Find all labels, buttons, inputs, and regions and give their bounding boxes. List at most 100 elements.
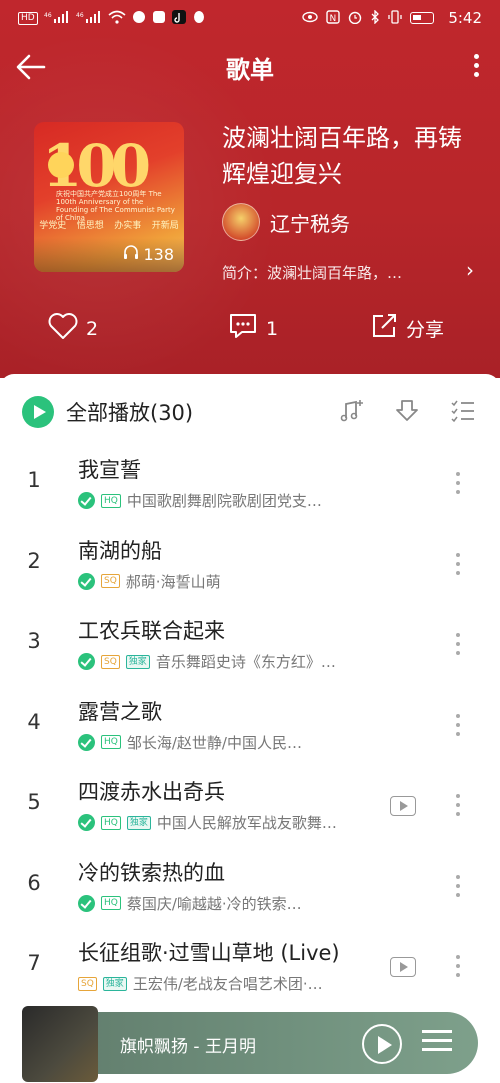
now-playing-title[interactable]: 旗帜飘扬 - 王月明 bbox=[120, 1032, 256, 1057]
battery-icon bbox=[410, 12, 435, 24]
song-row[interactable]: 4 露营之歌 HQ 邹长海/赵世静/中国人民… bbox=[0, 686, 500, 766]
eye-icon bbox=[302, 11, 319, 26]
song-index: 7 bbox=[27, 951, 41, 975]
downloaded-check-icon bbox=[78, 733, 95, 751]
qq-icon bbox=[192, 10, 206, 27]
quality-badge: SQ bbox=[101, 574, 120, 588]
share-icon bbox=[370, 312, 398, 345]
playlist-intro[interactable]: 简介：波澜壮阔百年路，… bbox=[222, 262, 472, 283]
page-title: 歌单 bbox=[226, 56, 274, 84]
headphones-icon bbox=[123, 244, 139, 264]
song-row[interactable]: 7 长征组歌·过雪山草地 (Live) SQ 独家 王宏伟/老战友合唱艺术团·… bbox=[0, 927, 500, 1007]
mini-player[interactable]: 旗帜飘扬 - 王月明 bbox=[22, 1006, 478, 1082]
song-title[interactable]: 工农兵联合起来 bbox=[78, 615, 225, 645]
play-all-button[interactable]: 全部播放(30) bbox=[22, 396, 193, 428]
song-index: 6 bbox=[27, 870, 41, 895]
song-row[interactable]: 6 冷的铁索热的血 HQ 蔡国庆/喻越越·冷的铁索… bbox=[0, 847, 500, 927]
svg-text:46: 46 bbox=[44, 12, 52, 19]
song-more-icon[interactable] bbox=[456, 794, 462, 821]
play-all-label: 全部播放(30) bbox=[66, 401, 194, 425]
like-button[interactable]: 2 bbox=[48, 312, 98, 345]
status-time: 5:42 bbox=[448, 9, 482, 27]
cover-strip-item: 开新局 bbox=[151, 221, 179, 231]
song-row[interactable]: 3 工农兵联合起来 SQ 独家 音乐舞蹈史诗《东方红》… bbox=[0, 605, 500, 685]
share-button[interactable]: 分享 bbox=[370, 312, 444, 345]
song-artist: 音乐舞蹈史诗《东方红》… bbox=[155, 653, 336, 671]
multi-select-icon[interactable] bbox=[450, 398, 476, 428]
song-artist: 蔡国庆/喻越越·冷的铁索… bbox=[126, 894, 302, 913]
wifi-icon bbox=[108, 10, 126, 27]
song-row[interactable]: 5 四渡赤水出奇兵 HQ 独家 中国人民解放军战友歌舞… bbox=[0, 766, 500, 846]
song-index: 4 bbox=[27, 709, 41, 734]
song-artist: 王宏伟/老战友合唱艺术团·… bbox=[132, 975, 323, 993]
avatar[interactable] bbox=[222, 203, 260, 241]
song-meta: SQ 独家 王宏伟/老战友合唱艺术团·… bbox=[78, 973, 323, 994]
song-more-icon[interactable] bbox=[456, 552, 462, 580]
song-title[interactable]: 南湖的船 bbox=[78, 535, 162, 565]
song-more-icon[interactable] bbox=[456, 955, 462, 982]
song-index: 5 bbox=[27, 790, 41, 814]
cover-strip-item: 办实事 bbox=[114, 221, 142, 231]
party-emblem-icon bbox=[48, 152, 74, 178]
song-more-icon[interactable] bbox=[456, 472, 462, 499]
owner-name[interactable]: 辽宁税务 bbox=[270, 208, 350, 237]
add-to-playlist-icon[interactable] bbox=[338, 398, 364, 428]
comment-button[interactable]: 1 bbox=[228, 312, 278, 345]
playlist-queue-icon[interactable] bbox=[422, 1030, 452, 1056]
tiktok-icon bbox=[171, 9, 186, 27]
bluetooth-icon bbox=[370, 8, 380, 27]
song-title[interactable]: 四渡赤水出奇兵 bbox=[78, 776, 225, 806]
playlist-owner[interactable]: 辽宁税务 bbox=[222, 203, 350, 241]
quality-badge: HQ bbox=[101, 896, 121, 910]
heart-icon bbox=[48, 312, 78, 345]
song-title[interactable]: 冷的铁索热的血 bbox=[78, 857, 225, 887]
signal-icon: 46 bbox=[44, 10, 70, 26]
quality-badge: SQ bbox=[101, 654, 120, 669]
quality-badge: SQ bbox=[78, 976, 97, 991]
song-artist: 中国歌剧舞剧院歌剧团党支… bbox=[126, 492, 322, 510]
shield-icon bbox=[152, 10, 166, 27]
downloaded-check-icon bbox=[78, 492, 95, 509]
signal-icon-2: 46 bbox=[76, 10, 102, 26]
song-row[interactable]: 1 我宣誓 HQ 中国歌剧舞剧院歌剧团党支… bbox=[0, 444, 500, 524]
now-playing-cover[interactable] bbox=[22, 1006, 124, 1082]
vpn-icon bbox=[132, 10, 146, 27]
cover-strip-item: 学党史 bbox=[39, 221, 67, 231]
list-toolbar bbox=[338, 398, 476, 428]
song-title[interactable]: 我宣誓 bbox=[78, 454, 141, 484]
alarm-icon bbox=[348, 10, 362, 27]
svg-text:46: 46 bbox=[76, 12, 84, 19]
song-index: 1 bbox=[27, 468, 41, 492]
playlist-header: HD 46 46 N 5:42 歌单 100 庆祝中国共产党成立100周年 Th… bbox=[0, 0, 500, 378]
song-artist: 郝萌·海誓山萌 bbox=[125, 572, 221, 591]
downloaded-check-icon bbox=[78, 894, 95, 912]
play-pause-button[interactable] bbox=[362, 1024, 402, 1064]
song-more-icon[interactable] bbox=[456, 713, 462, 741]
song-meta: HQ 独家 中国人民解放军战友歌舞… bbox=[78, 812, 337, 833]
hd-badge: HD bbox=[18, 11, 38, 25]
cover-strip-item: 悟思想 bbox=[76, 221, 104, 231]
comment-icon bbox=[228, 312, 258, 345]
exclusive-badge: 独家 bbox=[125, 654, 150, 669]
status-bar: HD 46 46 N 5:42 bbox=[0, 0, 500, 36]
mv-video-icon[interactable] bbox=[390, 957, 416, 977]
song-row[interactable]: 2 南湖的船 SQ 郝萌·海誓山萌 bbox=[0, 525, 500, 605]
playlist-cover[interactable]: 100 庆祝中国共产党成立100周年 The 100th Anniversary… bbox=[34, 122, 184, 272]
like-count: 2 bbox=[86, 317, 99, 340]
song-more-icon[interactable] bbox=[456, 874, 462, 902]
downloaded-check-icon bbox=[78, 572, 95, 590]
quality-badge: HQ bbox=[101, 735, 121, 749]
song-meta: HQ 蔡国庆/喻越越·冷的铁索… bbox=[78, 893, 302, 914]
quality-badge: HQ bbox=[101, 815, 121, 830]
song-more-icon[interactable] bbox=[456, 633, 462, 660]
mv-video-icon[interactable] bbox=[390, 796, 416, 816]
action-bar: 2 1 分享 bbox=[0, 312, 500, 348]
more-options-icon[interactable] bbox=[472, 54, 480, 82]
song-meta: HQ 中国歌剧舞剧院歌剧团党支… bbox=[78, 490, 322, 511]
song-meta: SQ 郝萌·海誓山萌 bbox=[78, 571, 221, 592]
song-index: 2 bbox=[27, 548, 41, 573]
download-icon[interactable] bbox=[394, 398, 420, 428]
song-title[interactable]: 长征组歌·过雪山草地 (Live) bbox=[78, 937, 340, 967]
chevron-right-icon[interactable]: › bbox=[466, 258, 474, 282]
song-title[interactable]: 露营之歌 bbox=[78, 696, 162, 726]
